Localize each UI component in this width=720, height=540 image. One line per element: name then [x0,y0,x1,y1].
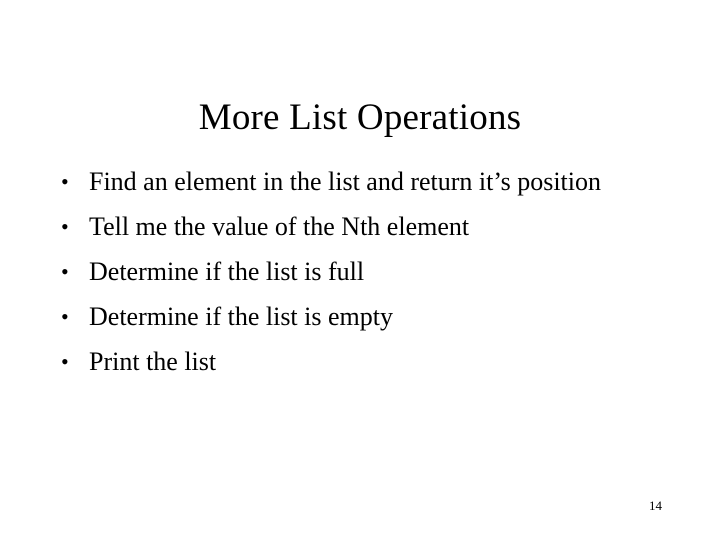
list-item-label: Print the list [89,347,217,376]
list-item: • Determine if the list is empty [56,297,656,337]
list-item: • Determine if the list is full [56,252,656,292]
list-item: • Tell me the value of the Nth element [56,207,656,247]
page-title: More List Operations [198,96,522,138]
bullet-icon: • [61,214,69,239]
list-item-label: Determine if the list is empty [89,302,393,331]
bullet-icon: • [61,169,69,194]
list-item-label: Tell me the value of the Nth element [89,212,470,241]
list-item: • Find an element in the list and return… [56,162,656,202]
list-item-label: Determine if the list is full [89,257,365,286]
bullet-icon: • [61,259,69,284]
bullet-list: • Find an element in the list and return… [56,162,656,382]
slide: More List Operations • Find an element i… [0,0,720,540]
list-item: • Print the list [56,342,656,382]
bullet-icon: • [61,304,69,329]
list-item-label: Find an element in the list and return i… [89,167,601,196]
slide-number: 14 [649,498,662,513]
bullet-icon: • [61,349,69,374]
